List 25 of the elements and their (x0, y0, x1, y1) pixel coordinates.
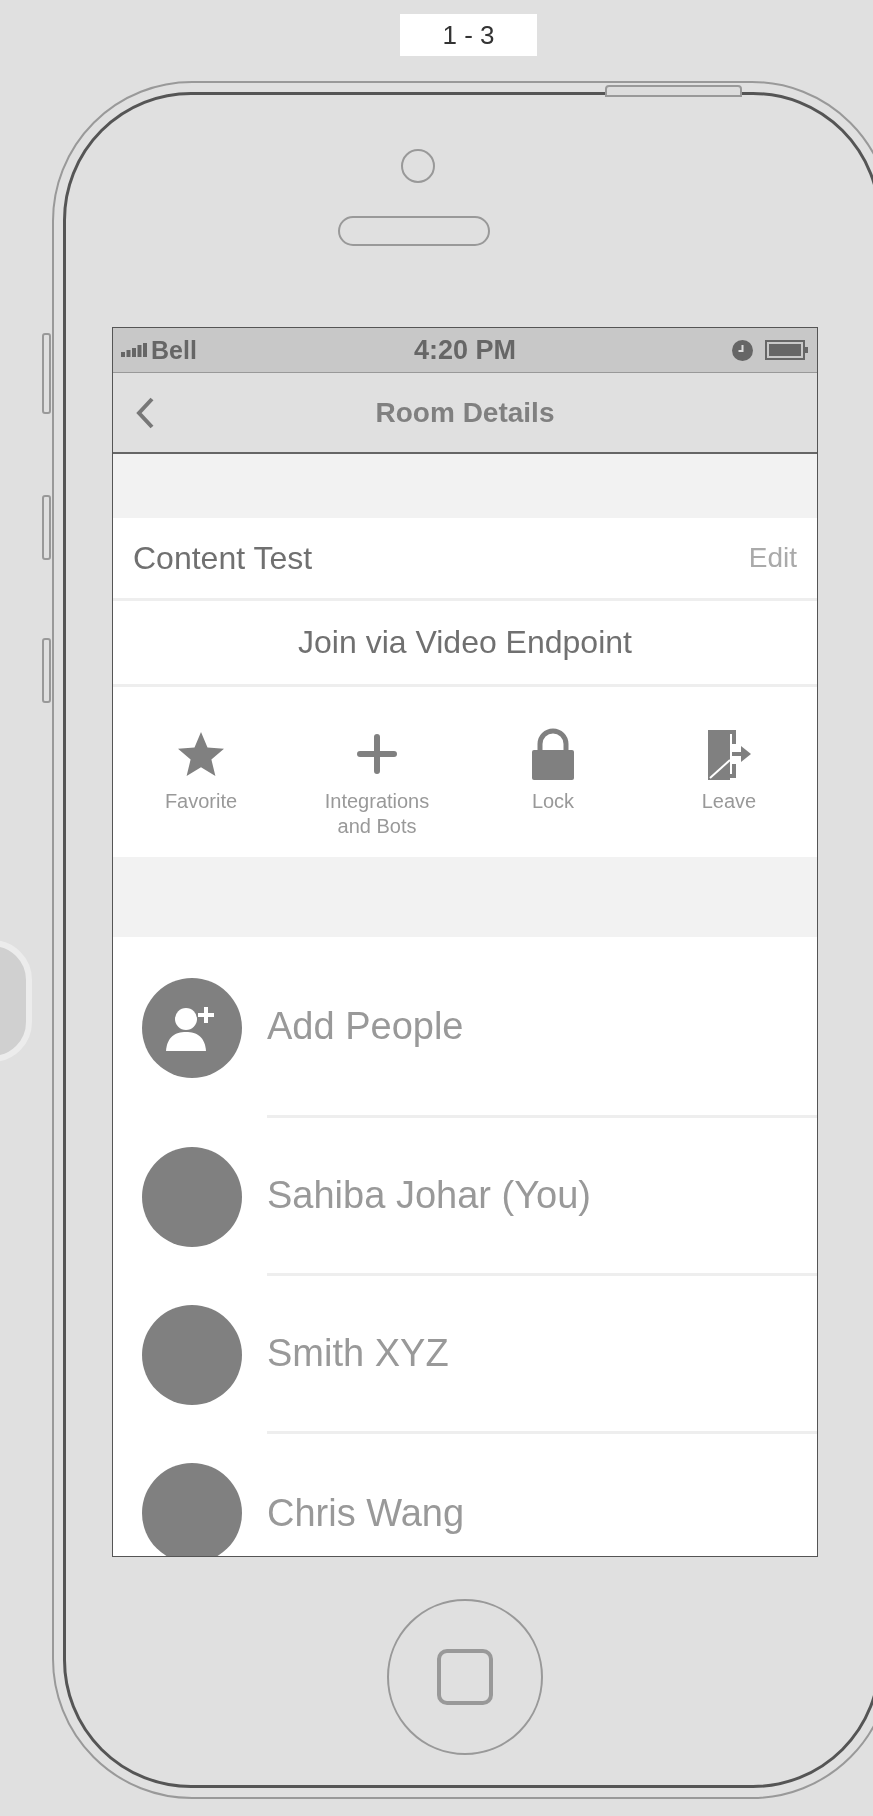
home-button[interactable] (387, 1599, 543, 1755)
action-button[interactable]: Favorite (126, 727, 276, 814)
action-button[interactable]: Integrations and Bots (302, 727, 452, 839)
page-label: 1 - 3 (400, 14, 537, 56)
edit-link[interactable]: Edit (748, 542, 797, 574)
speaker-icon (338, 216, 490, 246)
back-icon[interactable] (135, 395, 155, 430)
square-icon (437, 1649, 493, 1705)
person-name: Chris Wang (267, 1491, 465, 1535)
battery-icon (765, 340, 809, 360)
person-name: Sahiba Johar (You) (267, 1174, 591, 1217)
nav-title: Room Details (375, 396, 555, 429)
carrier-name: Bell (151, 335, 197, 365)
join-video-link[interactable]: Join via Video Endpoint (298, 624, 632, 661)
camera-icon (401, 149, 435, 183)
exit-door-icon (706, 727, 752, 781)
action-button[interactable]: Leave (654, 727, 804, 814)
room-name: Content Test (133, 539, 313, 577)
action-button[interactable]: Lock (478, 727, 628, 814)
status-time: 4:20 PM (413, 334, 516, 366)
clock-icon (732, 339, 753, 361)
lock-icon (531, 727, 575, 781)
add-people-label[interactable]: Add People (267, 1004, 464, 1048)
signal-icon (121, 343, 147, 357)
person-name: Smith XYZ (267, 1332, 449, 1375)
